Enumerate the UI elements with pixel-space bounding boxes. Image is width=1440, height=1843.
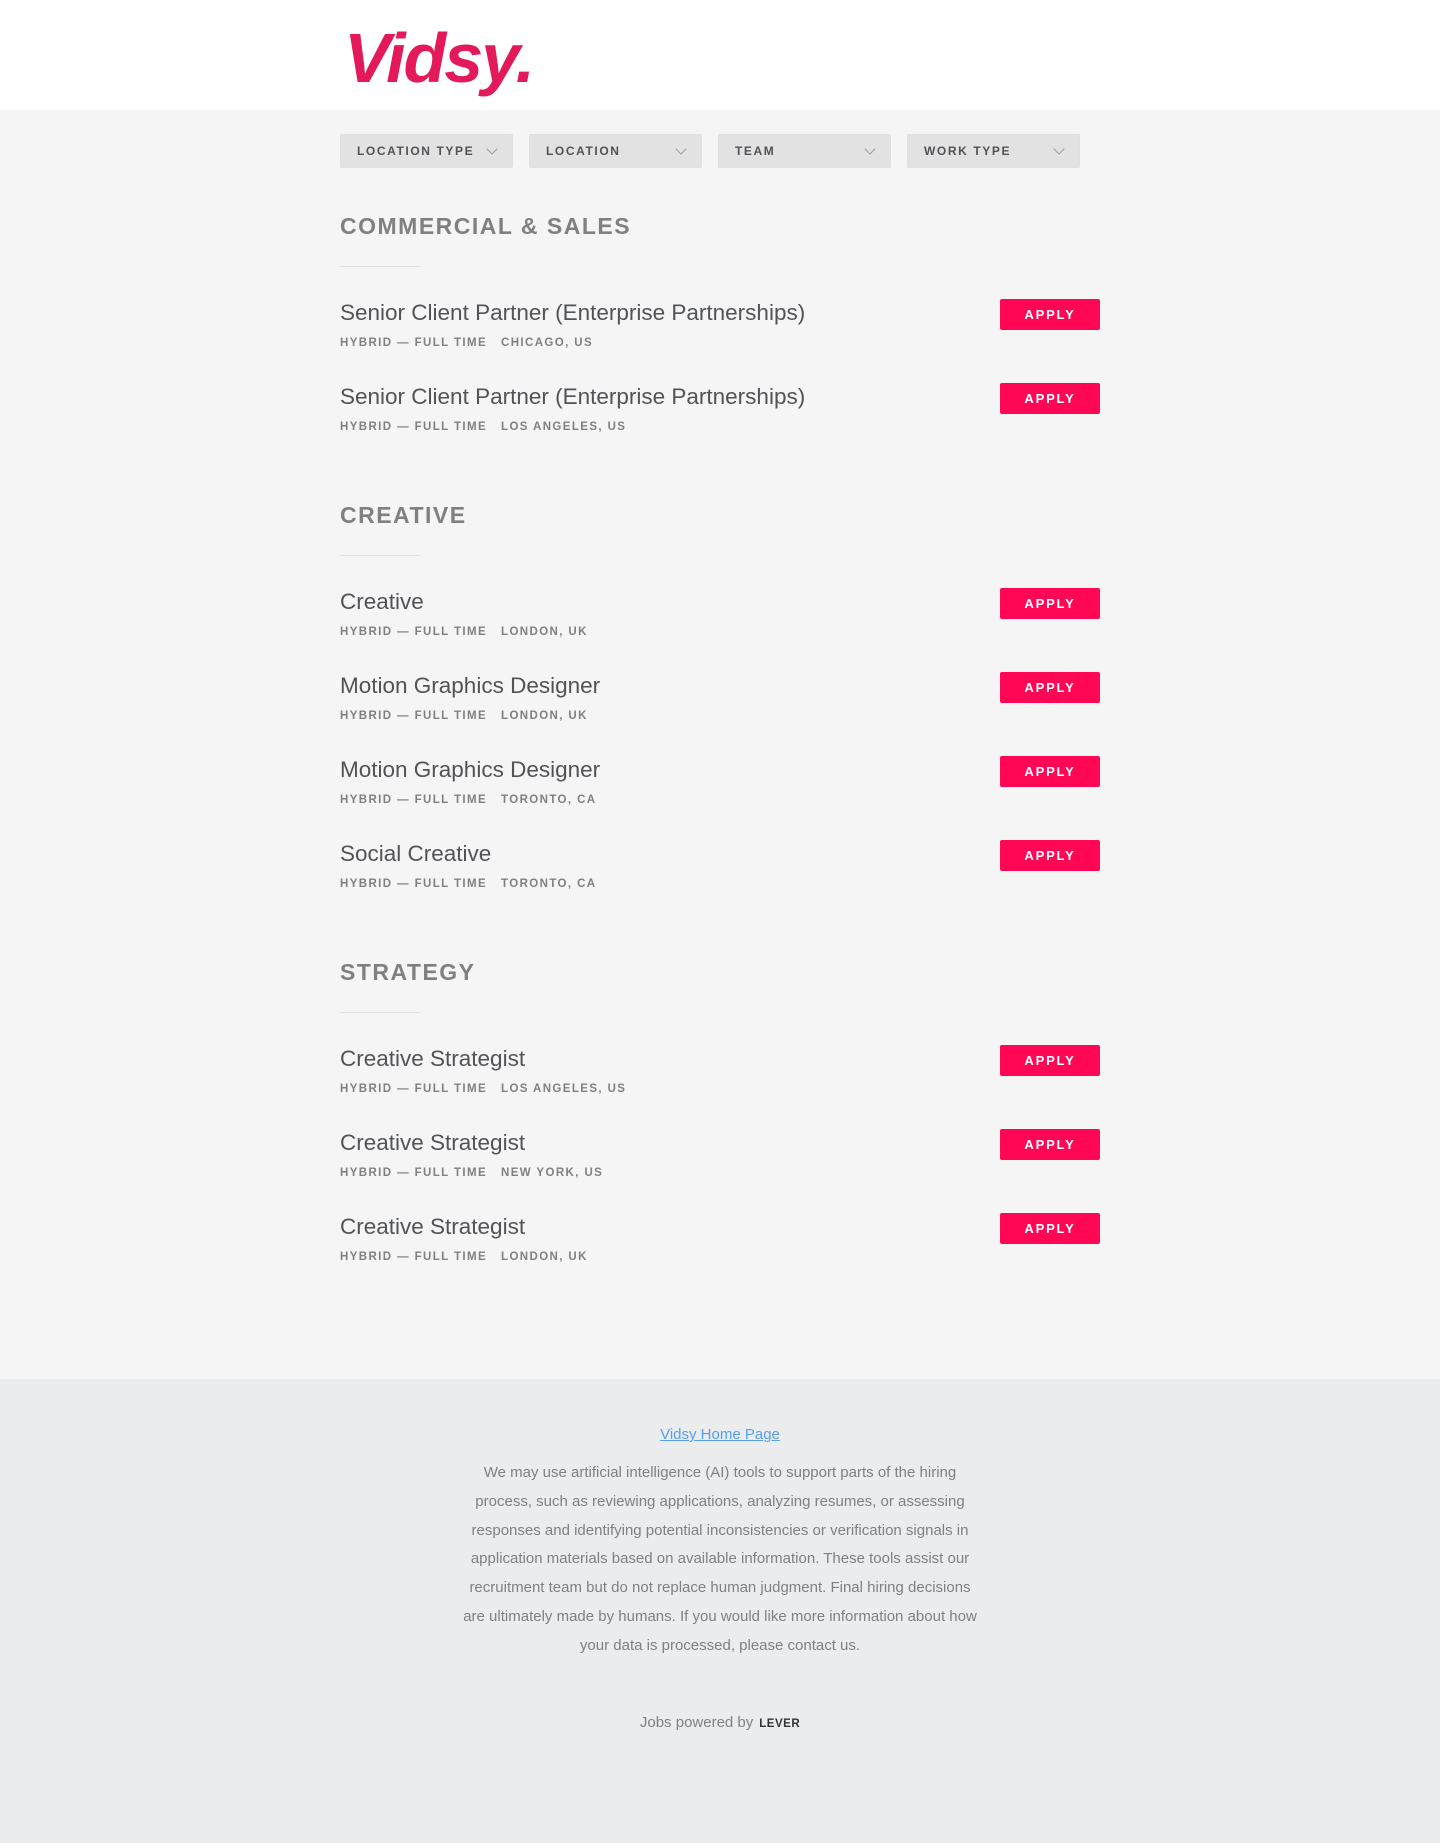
posting: Creative Strategist HYBRID — FULL TIME NE… bbox=[340, 1129, 1100, 1213]
filter-work-type[interactable]: WORK TYPE bbox=[907, 134, 1080, 168]
apply-button[interactable]: APPLY bbox=[1000, 383, 1100, 414]
apply-button[interactable]: APPLY bbox=[1000, 1213, 1100, 1244]
posting-title[interactable]: Creative Strategist bbox=[340, 1045, 1100, 1073]
posting-work-type: HYBRID — FULL TIME bbox=[340, 794, 488, 806]
posting-work-type: HYBRID — FULL TIME bbox=[340, 337, 488, 349]
posting-location: LONDON, UK bbox=[501, 1251, 588, 1263]
chevron-down-icon bbox=[486, 142, 498, 155]
page-footer: Vidsy Home Page We may use artificial in… bbox=[0, 1379, 1440, 1843]
posting-meta: HYBRID — FULL TIME LONDON, UK bbox=[340, 624, 1100, 640]
posting-meta: HYBRID — FULL TIME LOS ANGELES, US bbox=[340, 1081, 1100, 1097]
lever-logo[interactable]: LEVER bbox=[759, 1718, 800, 1730]
postings-main: LOCATION TYPE LOCATION TEAM WORK TYPE CO… bbox=[0, 110, 1440, 1379]
posting-location: TORONTO, CA bbox=[501, 794, 597, 806]
posting-work-type: HYBRID — FULL TIME bbox=[340, 421, 488, 433]
posting-work-type: HYBRID — FULL TIME bbox=[340, 1167, 488, 1179]
group-title: COMMERCIAL & SALES bbox=[340, 213, 632, 239]
posting-work-type: HYBRID — FULL TIME bbox=[340, 1251, 488, 1263]
posting: Creative Strategist HYBRID — FULL TIME LO… bbox=[340, 1045, 1100, 1129]
group-title: STRATEGY bbox=[340, 959, 476, 985]
filter-team[interactable]: TEAM bbox=[718, 134, 891, 168]
posting-title[interactable]: Motion Graphics Designer bbox=[340, 672, 1100, 700]
group-strategy: STRATEGY Creative Strategist HYBRID — FU… bbox=[340, 958, 1440, 1273]
chevron-down-icon bbox=[1053, 142, 1065, 155]
home-page-link[interactable]: Vidsy Home Page bbox=[660, 1425, 780, 1445]
group-creative: CREATIVE Creative HYBRID — FULL TIME LOND… bbox=[340, 501, 1440, 900]
apply-button[interactable]: APPLY bbox=[1000, 299, 1100, 330]
filter-location-type[interactable]: LOCATION TYPE bbox=[340, 134, 513, 168]
apply-button[interactable]: APPLY bbox=[1000, 840, 1100, 871]
powered-by: Jobs powered by LEVER bbox=[0, 1713, 1440, 1734]
posting-title[interactable]: Senior Client Partner (Enterprise Partne… bbox=[340, 383, 1100, 411]
posting-location: TORONTO, CA bbox=[501, 878, 597, 890]
posting: Creative Strategist HYBRID — FULL TIME LO… bbox=[340, 1213, 1100, 1273]
group-commercial-sales: COMMERCIAL & SALES Senior Client Partner… bbox=[340, 212, 1440, 443]
posting-work-type: HYBRID — FULL TIME bbox=[340, 626, 488, 638]
group-divider bbox=[340, 555, 420, 556]
filter-label: LOCATION TYPE bbox=[357, 144, 475, 158]
group-divider bbox=[340, 1012, 420, 1013]
posting-location: NEW YORK, US bbox=[501, 1167, 604, 1179]
posting-work-type: HYBRID — FULL TIME bbox=[340, 1083, 488, 1095]
posting-work-type: HYBRID — FULL TIME bbox=[340, 710, 488, 722]
group-title: CREATIVE bbox=[340, 502, 467, 528]
page-header: Vidsy. bbox=[0, 0, 1440, 110]
posting-work-type: HYBRID — FULL TIME bbox=[340, 878, 488, 890]
apply-button[interactable]: APPLY bbox=[1000, 1129, 1100, 1160]
powered-by-text: Jobs powered by bbox=[639, 1713, 754, 1731]
posting-meta: HYBRID — FULL TIME TORONTO, CA bbox=[340, 876, 1100, 892]
posting-location: LOS ANGELES, US bbox=[501, 421, 627, 433]
ai-notice: We may use artificial intelligence (AI) … bbox=[463, 1464, 977, 1654]
posting: Motion Graphics Designer HYBRID — FULL T… bbox=[340, 672, 1100, 756]
posting: Social Creative HYBRID — FULL TIME TORONT… bbox=[340, 840, 1100, 900]
posting-location: CHICAGO, US bbox=[501, 337, 594, 349]
posting: Motion Graphics Designer HYBRID — FULL T… bbox=[340, 756, 1100, 840]
posting-meta: HYBRID — FULL TIME CHICAGO, US bbox=[340, 335, 1100, 351]
posting-location: LONDON, UK bbox=[501, 710, 588, 722]
apply-button[interactable]: APPLY bbox=[1000, 672, 1100, 703]
posting-title[interactable]: Creative bbox=[340, 588, 1100, 616]
posting-meta: HYBRID — FULL TIME LOS ANGELES, US bbox=[340, 419, 1100, 435]
apply-button[interactable]: APPLY bbox=[1000, 1045, 1100, 1076]
posting-meta: HYBRID — FULL TIME LONDON, UK bbox=[340, 708, 1100, 724]
posting: Senior Client Partner (Enterprise Partne… bbox=[340, 383, 1100, 443]
posting: Creative HYBRID — FULL TIME LONDON, UK AP… bbox=[340, 588, 1100, 672]
posting-meta: HYBRID — FULL TIME LONDON, UK bbox=[340, 1249, 1100, 1265]
posting-location: LONDON, UK bbox=[501, 626, 588, 638]
apply-button[interactable]: APPLY bbox=[1000, 756, 1100, 787]
group-divider bbox=[340, 266, 420, 267]
posting-meta: HYBRID — FULL TIME TORONTO, CA bbox=[340, 792, 1100, 808]
posting-title[interactable]: Creative Strategist bbox=[340, 1213, 1100, 1241]
filter-bar: LOCATION TYPE LOCATION TEAM WORK TYPE bbox=[340, 134, 1440, 168]
chevron-down-icon bbox=[675, 142, 687, 155]
posting: Senior Client Partner (Enterprise Partne… bbox=[340, 299, 1100, 383]
apply-button[interactable]: APPLY bbox=[1000, 588, 1100, 619]
posting-title[interactable]: Creative Strategist bbox=[340, 1129, 1100, 1157]
vidsy-logo[interactable]: Vidsy. bbox=[344, 18, 535, 98]
posting-meta: HYBRID — FULL TIME NEW YORK, US bbox=[340, 1165, 1100, 1181]
posting-title[interactable]: Motion Graphics Designer bbox=[340, 756, 1100, 784]
posting-title[interactable]: Social Creative bbox=[340, 840, 1100, 868]
filter-label: TEAM bbox=[735, 144, 776, 158]
posting-title[interactable]: Senior Client Partner (Enterprise Partne… bbox=[340, 299, 1100, 327]
chevron-down-icon bbox=[864, 142, 876, 155]
posting-location: LOS ANGELES, US bbox=[501, 1083, 627, 1095]
filter-label: WORK TYPE bbox=[924, 144, 1012, 158]
filter-label: LOCATION bbox=[546, 144, 621, 158]
filter-location[interactable]: LOCATION bbox=[529, 134, 702, 168]
